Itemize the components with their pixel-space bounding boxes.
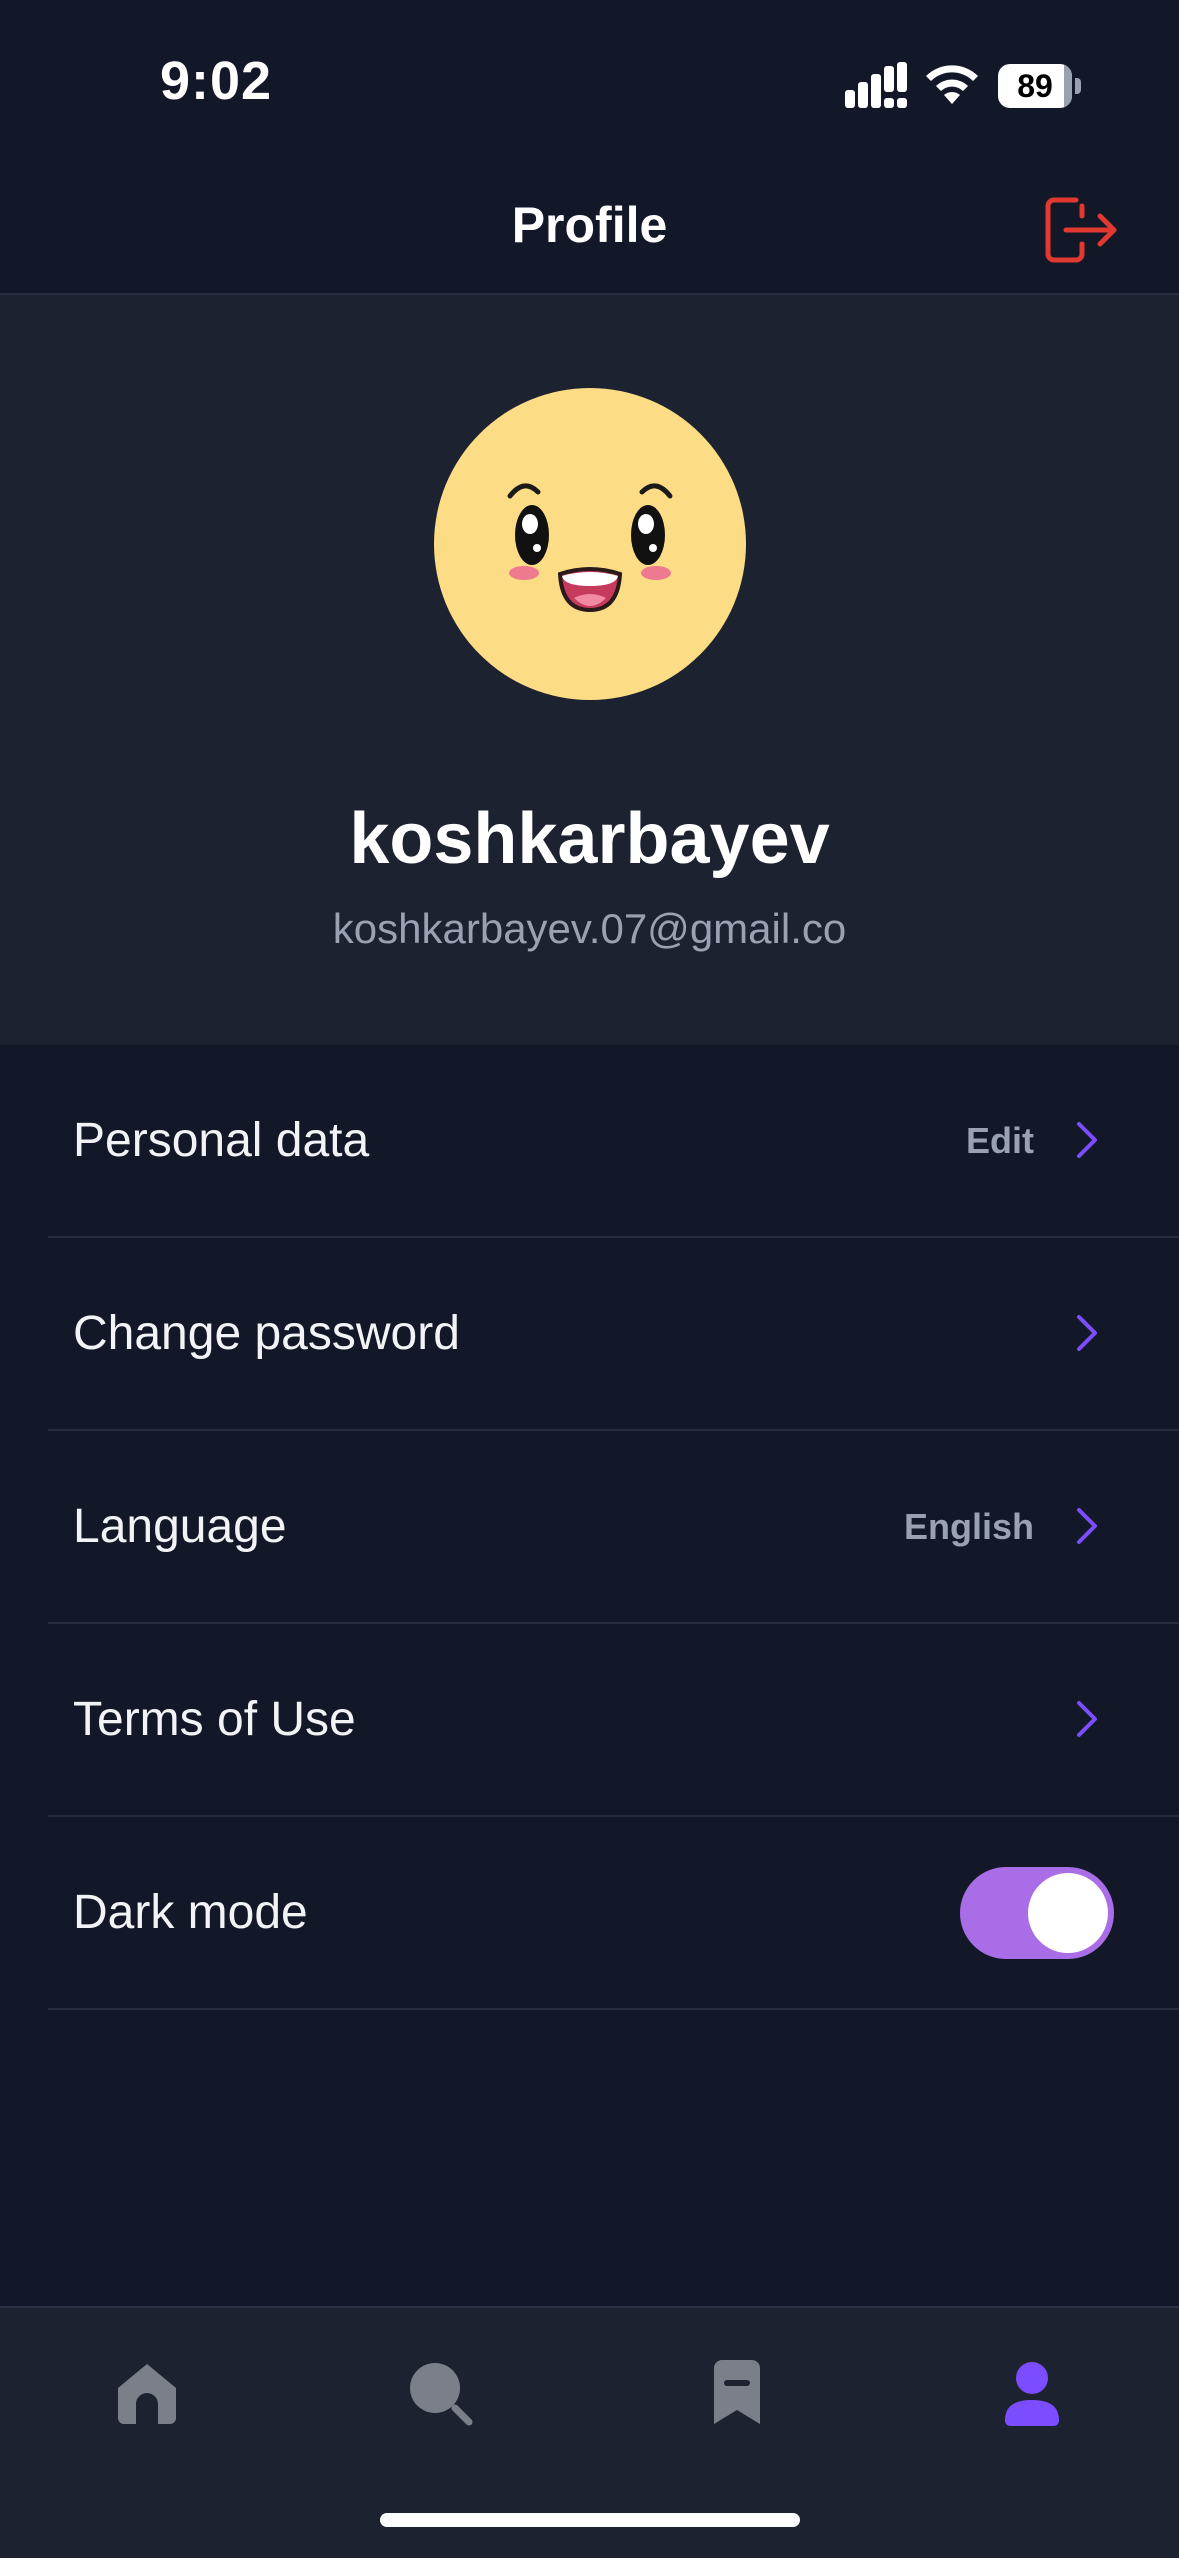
cellular-signal-icon bbox=[845, 62, 907, 108]
menu-item-label: Dark mode bbox=[73, 1886, 308, 1939]
page-title: Profile bbox=[511, 197, 668, 253]
header: Profile bbox=[0, 160, 1179, 295]
menu-item-change-password[interactable]: Change password bbox=[48, 1238, 1179, 1431]
menu-item-value: English bbox=[903, 1506, 1034, 1547]
chevron-right-icon bbox=[1077, 1315, 1097, 1351]
dark-mode-toggle[interactable] bbox=[960, 1867, 1114, 1959]
battery-level: 89 bbox=[1017, 68, 1053, 104]
toggle-knob bbox=[1028, 1873, 1108, 1953]
menu-item-label: Change password bbox=[73, 1307, 460, 1360]
profile-icon[interactable] bbox=[997, 2358, 1067, 2428]
menu-item-label: Personal data bbox=[73, 1114, 370, 1167]
menu-item-label: Terms of Use bbox=[73, 1693, 356, 1746]
home-icon[interactable] bbox=[112, 2358, 182, 2428]
status-time: 9:02 bbox=[160, 51, 273, 111]
chevron-right-icon bbox=[1077, 1508, 1097, 1544]
avatar[interactable] bbox=[434, 388, 746, 700]
battery-icon: 89 bbox=[998, 64, 1082, 108]
menu-item-terms-of-use[interactable]: Terms of Use bbox=[48, 1624, 1179, 1817]
chevron-right-icon bbox=[1077, 1122, 1097, 1158]
username: koshkarbayev bbox=[349, 799, 830, 879]
menu-item-value: Edit bbox=[966, 1120, 1034, 1161]
wifi-icon bbox=[926, 65, 978, 104]
email: koshkarbayev.07@gmail.co bbox=[332, 905, 847, 952]
bookmark-icon[interactable] bbox=[702, 2358, 772, 2428]
logout-icon[interactable] bbox=[1040, 190, 1120, 270]
search-icon[interactable] bbox=[405, 2358, 475, 2428]
settings-menu: Personal data Edit Change password Langu… bbox=[0, 1045, 1179, 2010]
status-bar: 9:02 89 bbox=[0, 0, 1179, 160]
menu-item-label: Language bbox=[73, 1500, 287, 1553]
menu-item-language[interactable]: Language English bbox=[48, 1431, 1179, 1624]
chevron-right-icon bbox=[1077, 1701, 1097, 1737]
home-indicator bbox=[380, 2513, 800, 2527]
profile-card: koshkarbayev koshkarbayev.07@gmail.co bbox=[0, 295, 1179, 1045]
menu-item-personal-data[interactable]: Personal data Edit bbox=[48, 1045, 1179, 1238]
menu-item-dark-mode: Dark mode bbox=[48, 1817, 1179, 2010]
